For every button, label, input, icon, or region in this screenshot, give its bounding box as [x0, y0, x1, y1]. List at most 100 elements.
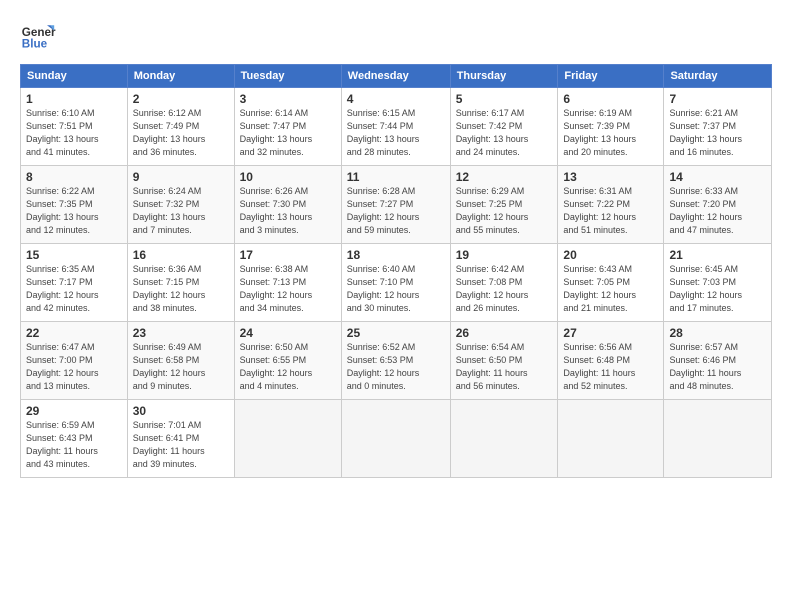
day-number: 11 [347, 170, 445, 184]
day-info: Sunrise: 6:29 AM Sunset: 7:25 PM Dayligh… [456, 185, 553, 237]
week-row-1: 8Sunrise: 6:22 AM Sunset: 7:35 PM Daylig… [21, 166, 772, 244]
day-info: Sunrise: 6:19 AM Sunset: 7:39 PM Dayligh… [563, 107, 658, 159]
day-number: 7 [669, 92, 766, 106]
day-info: Sunrise: 6:54 AM Sunset: 6:50 PM Dayligh… [456, 341, 553, 393]
day-info: Sunrise: 6:40 AM Sunset: 7:10 PM Dayligh… [347, 263, 445, 315]
day-number: 4 [347, 92, 445, 106]
day-info: Sunrise: 6:17 AM Sunset: 7:42 PM Dayligh… [456, 107, 553, 159]
day-number: 10 [240, 170, 336, 184]
day-info: Sunrise: 6:50 AM Sunset: 6:55 PM Dayligh… [240, 341, 336, 393]
day-info: Sunrise: 6:59 AM Sunset: 6:43 PM Dayligh… [26, 419, 122, 471]
day-cell: 13Sunrise: 6:31 AM Sunset: 7:22 PM Dayli… [558, 166, 664, 244]
day-info: Sunrise: 6:28 AM Sunset: 7:27 PM Dayligh… [347, 185, 445, 237]
page: General Blue SundayMondayTuesdayWednesda… [0, 0, 792, 612]
col-header-thursday: Thursday [450, 65, 558, 88]
day-info: Sunrise: 6:43 AM Sunset: 7:05 PM Dayligh… [563, 263, 658, 315]
day-cell: 25Sunrise: 6:52 AM Sunset: 6:53 PM Dayli… [341, 322, 450, 400]
logo: General Blue [20, 18, 56, 54]
day-number: 14 [669, 170, 766, 184]
day-number: 1 [26, 92, 122, 106]
day-number: 8 [26, 170, 122, 184]
day-number: 5 [456, 92, 553, 106]
day-number: 19 [456, 248, 553, 262]
day-cell: 1Sunrise: 6:10 AM Sunset: 7:51 PM Daylig… [21, 88, 128, 166]
day-info: Sunrise: 6:42 AM Sunset: 7:08 PM Dayligh… [456, 263, 553, 315]
day-cell: 8Sunrise: 6:22 AM Sunset: 7:35 PM Daylig… [21, 166, 128, 244]
day-info: Sunrise: 6:33 AM Sunset: 7:20 PM Dayligh… [669, 185, 766, 237]
header: General Blue [20, 18, 772, 54]
day-number: 30 [133, 404, 229, 418]
day-number: 13 [563, 170, 658, 184]
col-header-saturday: Saturday [664, 65, 772, 88]
day-number: 6 [563, 92, 658, 106]
day-cell: 19Sunrise: 6:42 AM Sunset: 7:08 PM Dayli… [450, 244, 558, 322]
day-cell: 28Sunrise: 6:57 AM Sunset: 6:46 PM Dayli… [664, 322, 772, 400]
day-number: 20 [563, 248, 658, 262]
day-cell: 2Sunrise: 6:12 AM Sunset: 7:49 PM Daylig… [127, 88, 234, 166]
day-cell: 11Sunrise: 6:28 AM Sunset: 7:27 PM Dayli… [341, 166, 450, 244]
day-number: 29 [26, 404, 122, 418]
col-header-tuesday: Tuesday [234, 65, 341, 88]
col-header-monday: Monday [127, 65, 234, 88]
day-cell: 4Sunrise: 6:15 AM Sunset: 7:44 PM Daylig… [341, 88, 450, 166]
day-cell [558, 400, 664, 478]
day-cell: 10Sunrise: 6:26 AM Sunset: 7:30 PM Dayli… [234, 166, 341, 244]
day-number: 18 [347, 248, 445, 262]
day-info: Sunrise: 6:24 AM Sunset: 7:32 PM Dayligh… [133, 185, 229, 237]
day-number: 17 [240, 248, 336, 262]
day-cell: 16Sunrise: 6:36 AM Sunset: 7:15 PM Dayli… [127, 244, 234, 322]
day-info: Sunrise: 6:56 AM Sunset: 6:48 PM Dayligh… [563, 341, 658, 393]
day-cell: 21Sunrise: 6:45 AM Sunset: 7:03 PM Dayli… [664, 244, 772, 322]
day-info: Sunrise: 6:52 AM Sunset: 6:53 PM Dayligh… [347, 341, 445, 393]
day-cell: 7Sunrise: 6:21 AM Sunset: 7:37 PM Daylig… [664, 88, 772, 166]
col-header-wednesday: Wednesday [341, 65, 450, 88]
day-info: Sunrise: 6:36 AM Sunset: 7:15 PM Dayligh… [133, 263, 229, 315]
day-cell: 12Sunrise: 6:29 AM Sunset: 7:25 PM Dayli… [450, 166, 558, 244]
day-number: 9 [133, 170, 229, 184]
day-cell: 27Sunrise: 6:56 AM Sunset: 6:48 PM Dayli… [558, 322, 664, 400]
col-header-sunday: Sunday [21, 65, 128, 88]
day-number: 22 [26, 326, 122, 340]
day-cell [234, 400, 341, 478]
day-cell [450, 400, 558, 478]
day-info: Sunrise: 6:57 AM Sunset: 6:46 PM Dayligh… [669, 341, 766, 393]
day-cell: 3Sunrise: 6:14 AM Sunset: 7:47 PM Daylig… [234, 88, 341, 166]
week-row-4: 29Sunrise: 6:59 AM Sunset: 6:43 PM Dayli… [21, 400, 772, 478]
day-info: Sunrise: 6:21 AM Sunset: 7:37 PM Dayligh… [669, 107, 766, 159]
day-cell: 23Sunrise: 6:49 AM Sunset: 6:58 PM Dayli… [127, 322, 234, 400]
day-number: 23 [133, 326, 229, 340]
day-number: 2 [133, 92, 229, 106]
day-cell: 17Sunrise: 6:38 AM Sunset: 7:13 PM Dayli… [234, 244, 341, 322]
day-cell [341, 400, 450, 478]
day-cell: 24Sunrise: 6:50 AM Sunset: 6:55 PM Dayli… [234, 322, 341, 400]
day-info: Sunrise: 6:14 AM Sunset: 7:47 PM Dayligh… [240, 107, 336, 159]
day-cell: 14Sunrise: 6:33 AM Sunset: 7:20 PM Dayli… [664, 166, 772, 244]
day-cell: 20Sunrise: 6:43 AM Sunset: 7:05 PM Dayli… [558, 244, 664, 322]
day-info: Sunrise: 6:31 AM Sunset: 7:22 PM Dayligh… [563, 185, 658, 237]
day-number: 3 [240, 92, 336, 106]
svg-text:Blue: Blue [22, 38, 48, 51]
day-info: Sunrise: 6:26 AM Sunset: 7:30 PM Dayligh… [240, 185, 336, 237]
day-cell: 9Sunrise: 6:24 AM Sunset: 7:32 PM Daylig… [127, 166, 234, 244]
day-info: Sunrise: 6:22 AM Sunset: 7:35 PM Dayligh… [26, 185, 122, 237]
day-number: 28 [669, 326, 766, 340]
logo-icon: General Blue [20, 18, 56, 54]
day-number: 27 [563, 326, 658, 340]
day-info: Sunrise: 7:01 AM Sunset: 6:41 PM Dayligh… [133, 419, 229, 471]
day-info: Sunrise: 6:10 AM Sunset: 7:51 PM Dayligh… [26, 107, 122, 159]
header-row: SundayMondayTuesdayWednesdayThursdayFrid… [21, 65, 772, 88]
day-number: 21 [669, 248, 766, 262]
day-number: 24 [240, 326, 336, 340]
day-cell: 6Sunrise: 6:19 AM Sunset: 7:39 PM Daylig… [558, 88, 664, 166]
day-number: 16 [133, 248, 229, 262]
day-cell: 15Sunrise: 6:35 AM Sunset: 7:17 PM Dayli… [21, 244, 128, 322]
day-cell [664, 400, 772, 478]
day-info: Sunrise: 6:45 AM Sunset: 7:03 PM Dayligh… [669, 263, 766, 315]
day-number: 25 [347, 326, 445, 340]
day-cell: 26Sunrise: 6:54 AM Sunset: 6:50 PM Dayli… [450, 322, 558, 400]
calendar: SundayMondayTuesdayWednesdayThursdayFrid… [20, 64, 772, 478]
day-info: Sunrise: 6:15 AM Sunset: 7:44 PM Dayligh… [347, 107, 445, 159]
day-info: Sunrise: 6:47 AM Sunset: 7:00 PM Dayligh… [26, 341, 122, 393]
day-cell: 5Sunrise: 6:17 AM Sunset: 7:42 PM Daylig… [450, 88, 558, 166]
day-number: 26 [456, 326, 553, 340]
